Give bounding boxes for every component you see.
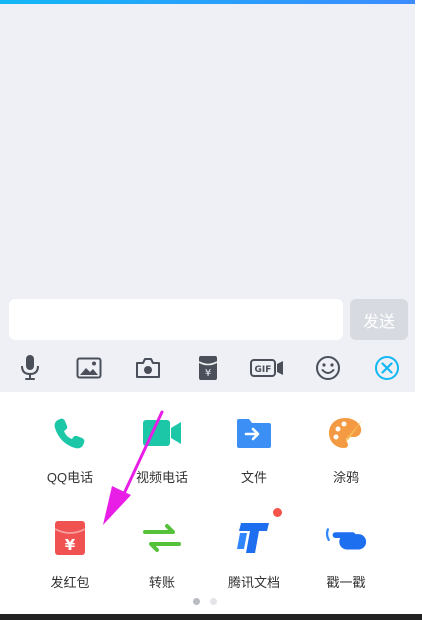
video-call-icon — [140, 411, 184, 455]
file-icon — [232, 411, 276, 455]
plus-panel: QQ电话 视频电话 文件 涂鸦 ¥ 发红包 转账 腾讯文档 戳一戳 — [0, 392, 415, 614]
gif-icon[interactable]: GIF — [250, 354, 284, 382]
panel-item-label: 文件 — [240, 470, 267, 485]
panel-item-video-call[interactable]: 视频电话 — [116, 411, 208, 486]
right-edge-strip — [415, 0, 422, 620]
poke-icon — [324, 516, 368, 560]
message-input[interactable] — [9, 299, 343, 340]
red-packet-icon: ¥ — [48, 516, 92, 560]
panel-item-file[interactable]: 文件 — [208, 411, 300, 486]
panel-item-label: 戳一戳 — [326, 575, 366, 590]
panel-item-label: 视频电话 — [135, 470, 188, 485]
page-dot-active[interactable] — [193, 598, 200, 605]
panel-item-label: 涂鸦 — [332, 470, 359, 485]
panel-item-tencent-docs[interactable]: 腾讯文档 — [208, 508, 300, 591]
red-packet-icon[interactable]: ¥ — [194, 354, 222, 382]
tencent-docs-icon — [232, 508, 282, 560]
palette-icon — [324, 411, 368, 455]
svg-text:¥: ¥ — [205, 368, 211, 379]
panel-item-red-packet[interactable]: ¥ 发红包 — [24, 516, 116, 591]
panel-item-label: 腾讯文档 — [227, 575, 280, 590]
panel-item-poke[interactable]: 戳一戳 — [300, 516, 392, 591]
panel-item-doodle[interactable]: 涂鸦 — [300, 411, 392, 486]
send-button[interactable]: 发送 — [350, 299, 408, 340]
mic-icon[interactable] — [16, 354, 44, 382]
input-row: 发送 — [0, 294, 415, 344]
chat-message-area[interactable] — [0, 4, 415, 294]
panel-item-label: 转账 — [148, 575, 175, 590]
image-icon[interactable] — [75, 354, 103, 382]
bottom-edge — [0, 614, 422, 620]
page-dot[interactable] — [210, 598, 217, 605]
panel-item-qq-call[interactable]: QQ电话 — [24, 411, 116, 486]
transfer-icon — [140, 516, 184, 560]
close-icon[interactable] — [373, 354, 401, 382]
panel-item-transfer[interactable]: 转账 — [116, 516, 208, 591]
panel-item-label: QQ电话 — [46, 470, 94, 485]
camera-icon[interactable] — [134, 354, 162, 382]
input-toolbar: ¥ GIF — [0, 344, 415, 392]
panel-item-label: 发红包 — [50, 575, 90, 590]
emoji-icon[interactable] — [314, 354, 342, 382]
notification-badge — [273, 508, 282, 517]
phone-icon — [48, 411, 92, 455]
svg-text:¥: ¥ — [65, 536, 76, 554]
svg-text:GIF: GIF — [255, 365, 272, 375]
